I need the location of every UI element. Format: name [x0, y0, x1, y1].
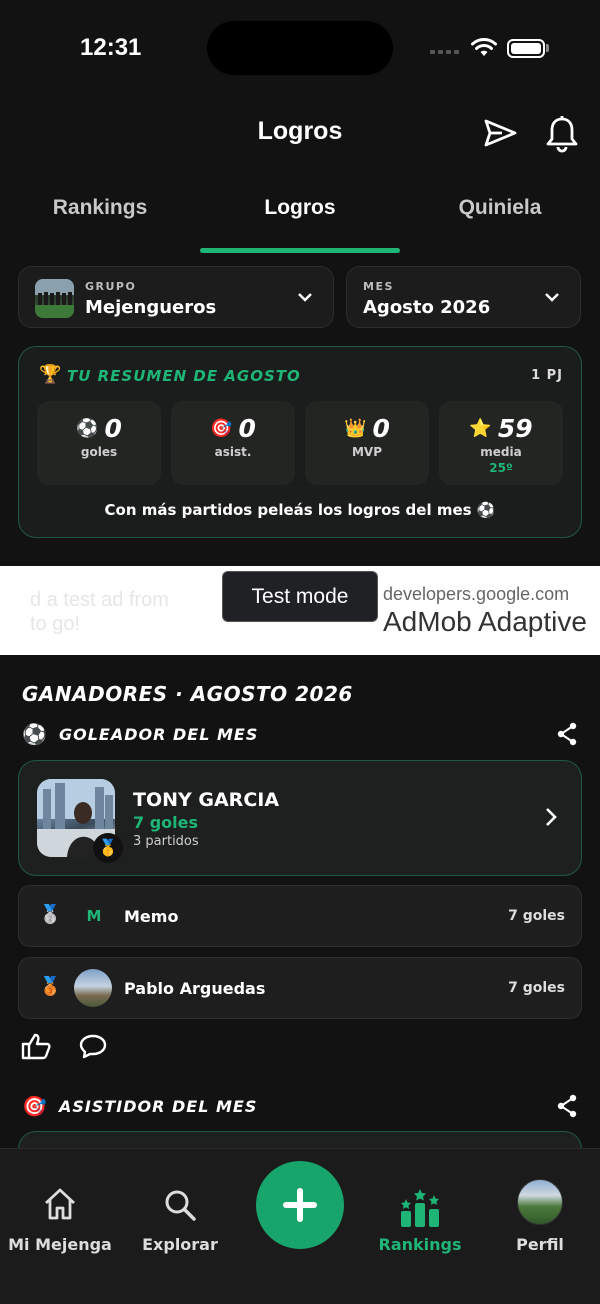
- tab-logros[interactable]: Logros: [200, 196, 400, 220]
- nav-label: Mi Mejenga: [8, 1235, 112, 1254]
- stat-value: 0: [238, 413, 256, 443]
- group-selector-value: Mejengueros: [85, 297, 217, 318]
- add-button[interactable]: [256, 1161, 344, 1249]
- tab-bar: Rankings Logros Quiniela: [0, 196, 600, 254]
- winner-value: 7 goles: [133, 813, 199, 832]
- home-icon: [45, 1188, 75, 1220]
- nav-label: Rankings: [378, 1235, 462, 1254]
- stat-label: goles: [80, 445, 118, 459]
- gold-medal-icon: 🥇: [93, 833, 123, 863]
- player-value: 7 goles: [508, 980, 565, 996]
- star-icon: ⭐: [469, 417, 492, 439]
- matches-played-count: 1 PJ: [531, 368, 563, 383]
- signal-icon: [430, 46, 460, 54]
- summary-title: TU RESUMEN DE AGOSTO: [67, 367, 301, 385]
- summary-note: Con más partidos peleás los logros del m…: [104, 501, 496, 519]
- winner-card[interactable]: 🥇 TONY GARCIA 7 goles 3 partidos: [18, 760, 582, 876]
- category-title: GOLEADOR DEL MES: [59, 725, 259, 744]
- share-icon[interactable]: [556, 1094, 578, 1118]
- test-mode-badge: Test mode: [222, 571, 378, 622]
- wifi-icon: [471, 38, 497, 56]
- nav-label: Perfil: [516, 1235, 564, 1254]
- tab-rankings[interactable]: Rankings: [0, 196, 200, 220]
- comment-icon[interactable]: [79, 1033, 107, 1059]
- group-avatar: [35, 279, 74, 318]
- send-icon[interactable]: [484, 118, 518, 148]
- ad-title: AdMob Adaptive: [383, 606, 587, 637]
- tab-quiniela[interactable]: Quiniela: [400, 196, 600, 220]
- month-selector-label: MES: [363, 280, 394, 293]
- category-title: ASISTIDOR DEL MES: [59, 1097, 258, 1116]
- dynamic-island: [207, 21, 393, 75]
- chevron-right-icon: [546, 808, 557, 826]
- chevron-down-icon: [298, 293, 312, 302]
- group-selector-label: GRUPO: [85, 280, 137, 293]
- stat-value: 0: [372, 413, 390, 443]
- bronze-medal-icon: 🥉: [39, 976, 62, 997]
- player-name: Memo: [124, 907, 179, 926]
- ranking-row[interactable]: 🥉 Pablo Arguedas 7 goles: [18, 957, 582, 1019]
- stat-rating: ⭐ 59 media 25º: [439, 401, 563, 485]
- stat-value: 0: [104, 413, 122, 443]
- month-selector-value: Agosto 2026: [363, 297, 491, 318]
- nav-label: Explorar: [142, 1235, 218, 1254]
- chevron-down-icon: [545, 293, 559, 302]
- status-time: 12:31: [80, 34, 142, 61]
- active-tab-indicator: [200, 248, 400, 253]
- target-icon: 🎯: [210, 417, 233, 439]
- winner-name: TONY GARCIA: [133, 789, 280, 811]
- group-selector[interactable]: GRUPO Mejengueros: [18, 266, 334, 328]
- crown-icon: 👑: [344, 417, 367, 439]
- thumbs-up-icon[interactable]: [21, 1032, 51, 1060]
- stat-label: media: [480, 445, 522, 459]
- category-header-asistidor: 🎯 ASISTIDOR DEL MES: [22, 1094, 582, 1124]
- share-icon[interactable]: [556, 722, 578, 746]
- stat-mvp: 👑 0 MVP: [305, 401, 429, 485]
- bell-icon[interactable]: [545, 115, 579, 153]
- rankings-icon: [401, 1189, 439, 1227]
- bottom-nav: Mi Mejenga Explorar Rankings Perfil: [0, 1148, 600, 1304]
- player-avatar: [74, 969, 112, 1007]
- monthly-summary-card: 🏆 TU RESUMEN DE AGOSTO 1 PJ ⚽ 0 goles 🎯 0 …: [18, 346, 582, 538]
- winners-title: GANADORES · AGOSTO 2026: [22, 682, 353, 706]
- target-icon: 🎯: [22, 1094, 47, 1118]
- player-value: 7 goles: [508, 908, 565, 924]
- month-selector[interactable]: MES Agosto 2026: [346, 266, 581, 328]
- ad-domain: developers.google.com: [383, 584, 570, 604]
- stat-assists: 🎯 0 asist.: [171, 401, 295, 485]
- soccer-ball-icon: ⚽: [76, 417, 99, 439]
- plus-icon: [283, 1188, 317, 1222]
- avatar-initial: M: [86, 907, 102, 925]
- silver-medal-icon: 🥈: [39, 904, 62, 925]
- ranking-row[interactable]: 🥈 M Memo 7 goles: [18, 885, 582, 947]
- category-header-goleador: ⚽ GOLEADOR DEL MES: [22, 722, 582, 752]
- battery-icon: [507, 39, 545, 58]
- stat-goals: ⚽ 0 goles: [37, 401, 161, 485]
- player-name: Pablo Arguedas: [124, 979, 266, 998]
- winner-matches: 3 partidos: [133, 834, 199, 849]
- status-bar: 12:31: [0, 0, 600, 96]
- search-icon: [165, 1190, 196, 1221]
- profile-avatar: [517, 1179, 563, 1225]
- stat-rank: 25º: [489, 461, 513, 475]
- stat-label: asist.: [214, 445, 252, 459]
- soccer-ball-icon: ⚽: [22, 722, 47, 746]
- stat-value: 59: [497, 413, 533, 443]
- stat-label: MVP: [351, 445, 383, 459]
- trophy-icon: 🏆: [39, 364, 62, 385]
- ad-text: d a test ad from to go!: [30, 589, 169, 635]
